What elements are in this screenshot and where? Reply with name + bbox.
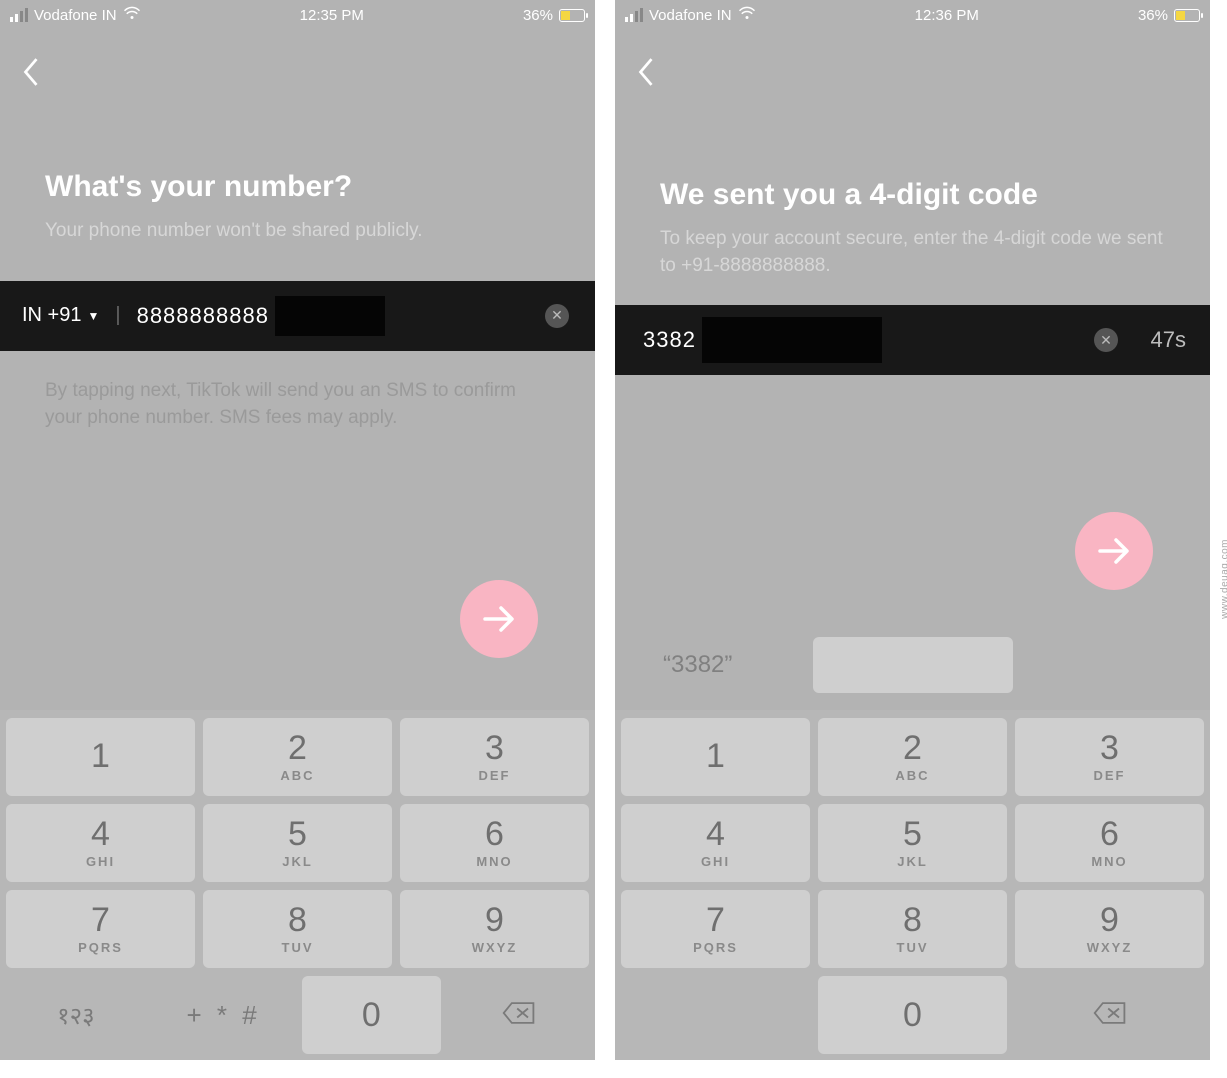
key-2[interactable]: 2ABC bbox=[818, 718, 1007, 796]
code-input-bar[interactable]: 3382 ✕ 47s bbox=[615, 305, 1210, 375]
quicktype-bar: “3382” bbox=[615, 634, 1210, 696]
next-button[interactable] bbox=[460, 580, 538, 658]
key-3[interactable]: 3DEF bbox=[1015, 718, 1204, 796]
key-1[interactable]: 1 bbox=[621, 718, 810, 796]
helper-text: By tapping next, TikTok will send you an… bbox=[0, 351, 595, 432]
key-2[interactable]: 2ABC bbox=[203, 718, 392, 796]
quicktype-center-pill[interactable] bbox=[813, 637, 1013, 693]
country-code-label: IN +91 bbox=[22, 304, 81, 327]
status-bar: Vodafone IN 12:36 PM 36% bbox=[615, 0, 1210, 30]
phone-screen-enter-number: Vodafone IN 12:35 PM 36% What's your num… bbox=[0, 0, 595, 1060]
key-9[interactable]: 9WXYZ bbox=[400, 890, 589, 968]
key-backspace[interactable] bbox=[1015, 976, 1204, 1054]
backspace-icon bbox=[1092, 1000, 1128, 1031]
key-6[interactable]: 6MNO bbox=[1015, 804, 1204, 882]
status-bar: Vodafone IN 12:35 PM 36% bbox=[0, 0, 595, 30]
key-3[interactable]: 3DEF bbox=[400, 718, 589, 796]
page-subtitle: To keep your account secure, enter the 4… bbox=[660, 226, 1165, 279]
key-4[interactable]: 4GHI bbox=[621, 804, 810, 882]
battery-icon bbox=[559, 9, 585, 22]
clear-input-button[interactable]: ✕ bbox=[545, 304, 569, 328]
key-empty-left bbox=[621, 976, 810, 1054]
key-0[interactable]: 0 bbox=[818, 976, 1007, 1054]
code-value[interactable]: 3382 bbox=[643, 327, 696, 353]
carrier-label: Vodafone IN bbox=[649, 7, 732, 24]
key-alt-script[interactable]: १२३ bbox=[6, 976, 146, 1054]
key-7[interactable]: 7PQRS bbox=[621, 890, 810, 968]
back-button[interactable] bbox=[635, 55, 657, 94]
watermark: www.deuaq.com bbox=[1220, 539, 1227, 619]
redaction-mask bbox=[702, 317, 882, 363]
wifi-icon bbox=[123, 6, 141, 24]
backspace-icon bbox=[501, 1000, 537, 1031]
redaction-mask bbox=[275, 296, 385, 336]
country-code-selector[interactable]: IN +91 ▼ bbox=[22, 304, 99, 327]
key-symbols[interactable]: + * # bbox=[154, 976, 294, 1054]
status-time: 12:35 PM bbox=[300, 7, 364, 24]
back-button[interactable] bbox=[20, 55, 42, 94]
clear-input-button[interactable]: ✕ bbox=[1094, 328, 1118, 352]
numeric-keypad: 1 2ABC 3DEF 4GHI 5JKL 6MNO 7PQRS 8TUV 9W… bbox=[615, 710, 1210, 1060]
phone-input-bar[interactable]: IN +91 ▼ | 8888888888 ✕ bbox=[0, 281, 595, 351]
signal-icon bbox=[625, 8, 643, 22]
key-8[interactable]: 8TUV bbox=[818, 890, 1007, 968]
resend-timer: 47s bbox=[1151, 327, 1186, 353]
phone-number-value[interactable]: 8888888888 bbox=[137, 303, 269, 329]
key-backspace[interactable] bbox=[449, 976, 589, 1054]
carrier-label: Vodafone IN bbox=[34, 7, 117, 24]
key-6[interactable]: 6MNO bbox=[400, 804, 589, 882]
phone-screen-verify-code: Vodafone IN 12:36 PM 36% We sent you a 4… bbox=[615, 0, 1210, 1060]
status-time: 12:36 PM bbox=[915, 7, 979, 24]
signal-icon bbox=[10, 8, 28, 22]
page-title: What's your number? bbox=[45, 170, 550, 204]
key-4[interactable]: 4GHI bbox=[6, 804, 195, 882]
page-title: We sent you a 4-digit code bbox=[660, 178, 1165, 212]
key-1[interactable]: 1 bbox=[6, 718, 195, 796]
battery-pct: 36% bbox=[523, 7, 553, 24]
quicktype-suggestion[interactable]: “3382” bbox=[663, 651, 732, 679]
next-button[interactable] bbox=[1075, 512, 1153, 590]
numeric-keypad: 1 2ABC 3DEF 4GHI 5JKL 6MNO 7PQRS 8TUV 9W… bbox=[0, 710, 595, 1060]
battery-pct: 36% bbox=[1138, 7, 1168, 24]
chevron-down-icon: ▼ bbox=[87, 309, 99, 323]
page-subtitle: Your phone number won't be shared public… bbox=[45, 218, 550, 245]
separator: | bbox=[115, 304, 120, 327]
key-5[interactable]: 5JKL bbox=[203, 804, 392, 882]
key-7[interactable]: 7PQRS bbox=[6, 890, 195, 968]
wifi-icon bbox=[738, 6, 756, 24]
key-0[interactable]: 0 bbox=[302, 976, 442, 1054]
key-8[interactable]: 8TUV bbox=[203, 890, 392, 968]
key-9[interactable]: 9WXYZ bbox=[1015, 890, 1204, 968]
battery-icon bbox=[1174, 9, 1200, 22]
key-5[interactable]: 5JKL bbox=[818, 804, 1007, 882]
